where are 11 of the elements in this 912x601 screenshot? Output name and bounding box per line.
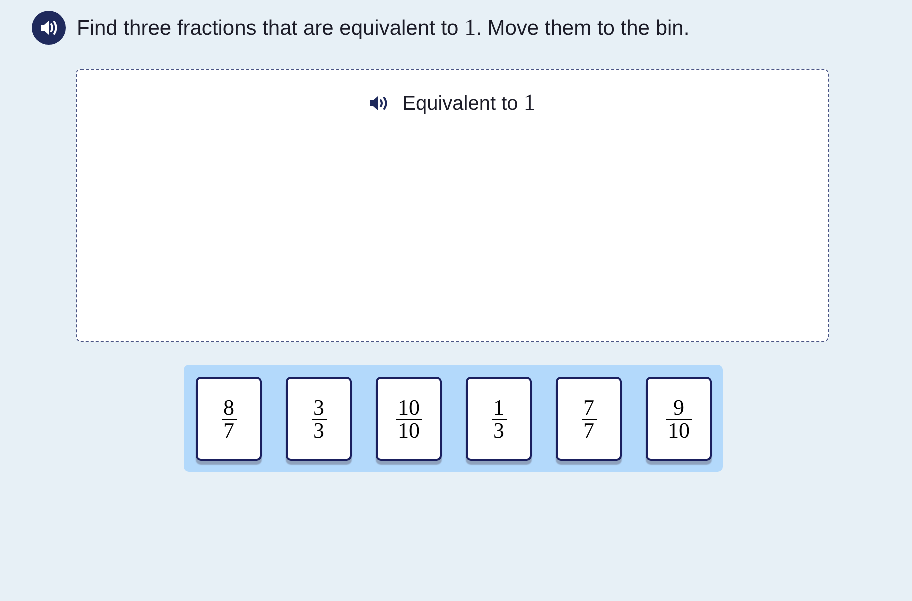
fraction-card[interactable]: 3 3 bbox=[286, 377, 352, 461]
speaker-icon[interactable] bbox=[32, 11, 66, 45]
fraction-card[interactable]: 7 7 bbox=[556, 377, 622, 461]
fraction-card[interactable]: 8 7 bbox=[196, 377, 262, 461]
fraction-card[interactable]: 1 3 bbox=[466, 377, 532, 461]
instruction-text: Find three fractions that are equivalent to 1. Move them to the bin. bbox=[77, 14, 690, 42]
bin-title: Equivalent to 1 bbox=[402, 90, 536, 117]
fraction-card[interactable]: 9 10 bbox=[646, 377, 712, 461]
fraction-card[interactable]: 10 10 bbox=[376, 377, 442, 461]
speaker-icon[interactable] bbox=[370, 96, 389, 111]
drop-bin[interactable]: Equivalent to 1 bbox=[76, 69, 829, 342]
